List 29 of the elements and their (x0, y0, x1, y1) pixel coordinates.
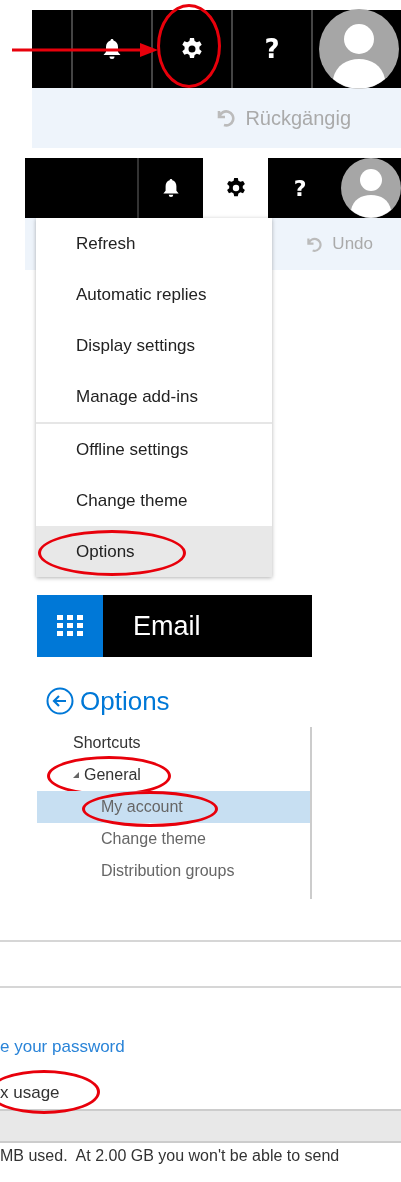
grid-icon (57, 615, 83, 637)
bell-icon[interactable] (161, 178, 180, 198)
settings-icon[interactable] (180, 37, 204, 61)
options-title: Options (80, 685, 170, 717)
bell-icon[interactable] (102, 38, 122, 60)
change-password-link[interactable]: e your password (0, 1037, 125, 1056)
menu-item[interactable]: Automatic replies (36, 269, 272, 320)
menu-item[interactable]: Offline settings (36, 424, 272, 475)
help-button[interactable]: ? (293, 175, 307, 201)
avatar-icon[interactable] (319, 9, 399, 89)
app-title: Email (133, 610, 201, 642)
nav-item[interactable]: Change theme (37, 823, 310, 855)
usage-heading: x usage (0, 1083, 60, 1102)
nav-item[interactable]: Distribution groups (37, 855, 310, 887)
usage-text: MB used. At 2.00 GB you won't be able to send (0, 1147, 341, 1165)
menu-item[interactable]: Manage add-ins (36, 371, 272, 422)
back-icon[interactable] (46, 687, 74, 715)
settings-icon[interactable] (224, 177, 247, 199)
avatar-icon[interactable] (341, 158, 401, 218)
menu-item[interactable]: Refresh (36, 218, 272, 269)
menu-item[interactable]: Display settings (36, 320, 272, 371)
undo-icon (305, 235, 323, 253)
help-button[interactable]: ? (264, 34, 280, 64)
menu-item[interactable]: Change theme (36, 475, 272, 526)
app-launcher-button[interactable] (37, 595, 103, 657)
undo-icon (215, 108, 236, 128)
expand-icon[interactable] (73, 772, 79, 778)
menu-item[interactable]: Options (36, 526, 272, 577)
nav-item[interactable]: Shortcuts (37, 727, 310, 759)
